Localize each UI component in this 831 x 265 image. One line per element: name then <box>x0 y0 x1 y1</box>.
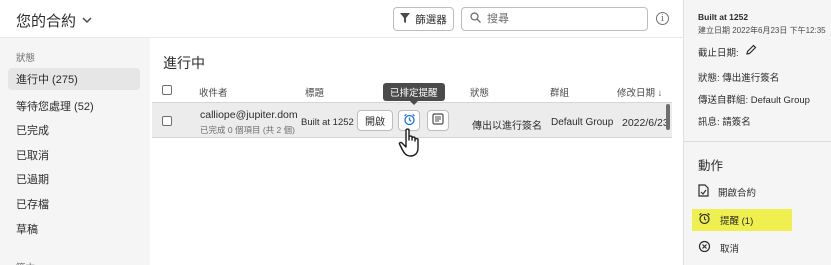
hand-cursor-icon <box>398 128 424 161</box>
details-message: 訊息: 請簽名 <box>698 117 751 128</box>
top-header: 您的合約 篩選器 i <box>0 0 683 37</box>
details-created-date: 建立日期 2022年6月23日 下午12:35 <box>698 26 826 35</box>
deadline-field: 截止日期: <box>698 44 757 59</box>
sidebar-section-label-templates: 範本 <box>16 260 35 265</box>
sidebar-item-canceled[interactable]: 已取消 <box>8 144 140 166</box>
agreement-group: Default Group <box>551 117 614 128</box>
search-input[interactable] <box>487 13 637 25</box>
filter-button[interactable]: 篩選器 <box>393 7 454 31</box>
sidebar-item-archived[interactable]: 已存檔 <box>8 193 140 215</box>
deadline-label: 截止日期: <box>698 47 739 59</box>
divider <box>684 141 831 142</box>
search-box[interactable] <box>461 7 648 31</box>
actions-heading: 動作 <box>698 159 724 173</box>
agreements-list: 進行中 收件者 標題 狀態 群組 修改日期 ↓ calliope@jupiter… <box>150 37 683 265</box>
edit-pencil-icon[interactable] <box>745 44 757 59</box>
details-group: 傳送自群組: Default Group <box>698 95 810 106</box>
agreement-modified-date: 2022/6/23 <box>622 117 669 129</box>
sidebar: 狀態 進行中 (275) 等待您處理 (52) 已完成 已取消 已過期 已存檔 … <box>0 37 150 265</box>
recipient-email: calliope@jupiter.dom <box>200 109 298 121</box>
filter-label: 篩選器 <box>415 13 447 26</box>
action-cancel[interactable]: 取消 <box>692 237 792 259</box>
column-header-group[interactable]: 群組 <box>550 85 569 99</box>
column-header-recipient[interactable]: 收件者 <box>199 85 228 99</box>
sidebar-item-in-progress[interactable]: 進行中 (275) <box>8 68 140 90</box>
select-all-checkbox[interactable] <box>162 85 172 95</box>
recipient-progress: 已完成 0 個項目 (共 2 個) <box>200 125 295 135</box>
cancel-circle-icon <box>698 240 711 256</box>
chevron-down-icon <box>82 15 92 27</box>
details-title: Built at 1252 <box>698 12 749 22</box>
info-icon[interactable]: i <box>656 12 669 25</box>
open-button[interactable]: 開啟 <box>357 110 393 131</box>
page-title-dropdown[interactable]: 您的合約 <box>16 10 92 31</box>
page-title: 您的合約 <box>16 13 77 30</box>
agreement-status: 傳出以進行簽名 <box>472 121 542 132</box>
column-header-status[interactable]: 狀態 <box>470 85 489 99</box>
reminder-tooltip: 已排定提醒 <box>383 83 445 105</box>
column-header-title[interactable]: 標題 <box>305 85 324 99</box>
action-open-agreement[interactable]: 開啟合約 <box>692 181 792 203</box>
list-title: 進行中 <box>163 55 205 71</box>
sidebar-item-drafts[interactable]: 草稿 <box>8 218 140 240</box>
sidebar-item-expired[interactable]: 已過期 <box>8 168 140 190</box>
sidebar-section-label: 狀態 <box>16 53 36 64</box>
action-remind[interactable]: 提醒 (1) <box>692 209 792 231</box>
agreement-title: Built at 1252 <box>301 117 354 128</box>
sidebar-item-waiting-for-you[interactable]: 等待您處理 (52) <box>8 95 140 117</box>
search-icon <box>470 12 481 26</box>
notes-icon <box>432 113 444 128</box>
filter-icon <box>400 12 411 26</box>
details-status: 狀態: 傳出進行簽名 <box>698 73 780 84</box>
horizontal-scrollbar[interactable] <box>666 104 670 130</box>
alarm-clock-icon <box>698 212 711 228</box>
column-header-modified-date[interactable]: 修改日期 ↓ <box>617 85 662 99</box>
row-checkbox[interactable] <box>162 116 172 126</box>
details-panel: Built at 1252 建立日期 2022年6月23日 下午12:35 截止… <box>683 0 831 265</box>
document-icon <box>698 184 709 200</box>
sidebar-item-completed[interactable]: 已完成 <box>8 119 140 141</box>
notes-button[interactable] <box>427 110 449 131</box>
alarm-clock-icon <box>403 113 416 129</box>
